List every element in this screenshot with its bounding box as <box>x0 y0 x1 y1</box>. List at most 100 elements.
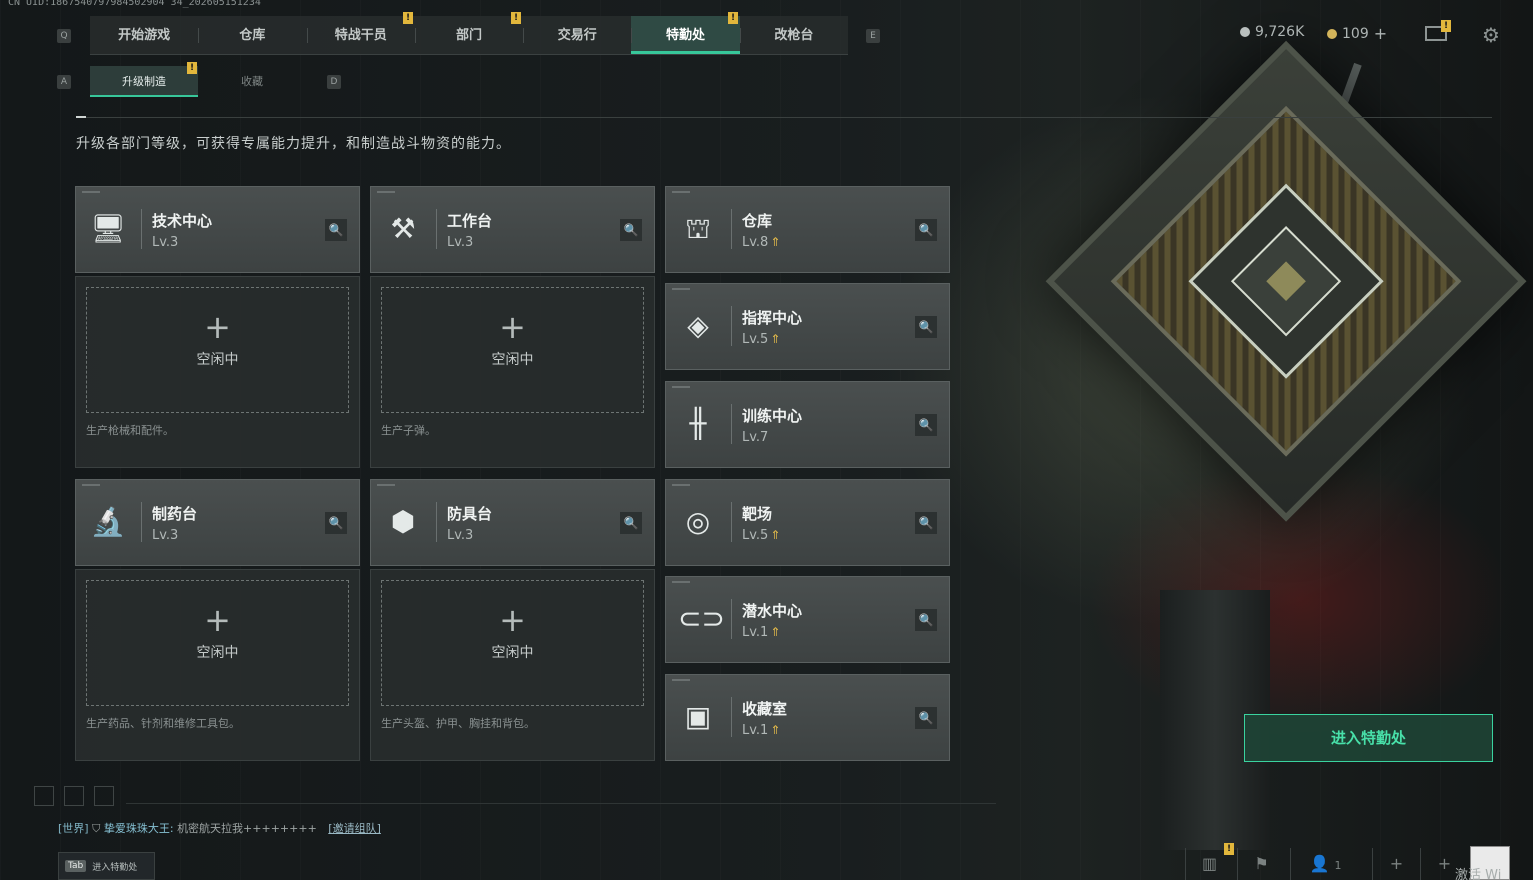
facility-card-shooting-range[interactable]: ◎ 靶场 Lv.5 ⇑ 🔍 <box>665 479 950 566</box>
slot-description: 生产子弹。 <box>381 424 436 437</box>
operators-alert-badge: ! <box>403 12 413 24</box>
chat-option[interactable] <box>94 786 114 806</box>
facility-name: 指挥中心 <box>742 309 803 327</box>
search-icon[interactable]: 🔍 <box>325 512 347 534</box>
tab-start-game[interactable]: 开始游戏 <box>90 16 198 54</box>
header-divider <box>76 117 1492 118</box>
chat-option[interactable] <box>34 786 54 806</box>
cubes-icon: ⬢ <box>390 505 416 538</box>
production-slot-workbench[interactable]: + 空闲中 生产子弹。 <box>370 276 655 468</box>
facility-level: Lv.5 ⇑ <box>742 332 781 347</box>
upgrade-arrow-icon: ⇑ <box>770 625 781 639</box>
upgrade-arrow-icon: ⇑ <box>770 332 781 346</box>
facility-card-pharmacy[interactable]: 🔬 制药台 Lv.3 🔍 <box>75 479 360 566</box>
facility-level: Lv.5 ⇑ <box>742 528 781 543</box>
production-slot-pharmacy[interactable]: + 空闲中 生产药品、针剂和维修工具包。 <box>75 569 360 761</box>
tab-special-ops[interactable]: 特勤处 <box>631 16 740 54</box>
tab-key: Tab <box>65 860 87 872</box>
facility-level: Lv.8 ⇑ <box>742 235 781 250</box>
chat-message: [世界] ⛉ 挚爱珠珠大王: 机密航天拉我++++++++ [邀请组队] <box>58 820 381 836</box>
gear-icon[interactable]: ⚙ <box>1482 23 1500 47</box>
key-hint-q: Q <box>57 29 71 43</box>
flag-icon[interactable]: ⚑ <box>1237 848 1285 880</box>
slot-description: 生产枪械和配件。 <box>86 424 174 437</box>
facility-level: Lv.1 ⇑ <box>742 625 781 640</box>
silver-currency: 9,726K <box>1240 24 1304 40</box>
search-icon[interactable]: 🔍 <box>915 316 937 338</box>
gold-coin-icon <box>1327 28 1337 39</box>
facility-card-workbench[interactable]: ⚒ 工作台 Lv.3 🔍 <box>370 186 655 273</box>
shield-icon: ⛉ <box>92 822 101 835</box>
plus-icon: + <box>204 308 231 346</box>
tab-gunsmith[interactable]: 改枪台 <box>739 16 848 54</box>
hammer-icon: ⚒ <box>390 212 416 245</box>
chat-option[interactable] <box>64 786 84 806</box>
department-alert-badge: ! <box>511 12 521 24</box>
mail-alert-badge: ! <box>1441 20 1451 32</box>
facility-name: 训练中心 <box>742 407 803 425</box>
facility-name: 潜水中心 <box>742 602 803 620</box>
invite-team-link[interactable]: [邀请组队] <box>328 822 381 835</box>
facility-card-tech-center[interactable]: 🖥 技术中心 Lv.3 🔍 <box>75 186 360 273</box>
facility-name: 工作台 <box>447 212 493 230</box>
upgrade-arrow-icon: ⇑ <box>770 235 781 249</box>
production-slot-tech-center[interactable]: + 空闲中 生产枪械和配件。 <box>75 276 360 468</box>
search-icon[interactable]: 🔍 <box>915 414 937 436</box>
facility-name: 技术中心 <box>152 212 213 230</box>
facility-level: Lv.1 ⇑ <box>742 723 781 738</box>
tab-key-hint[interactable]: Tab 进入特勤处 <box>58 852 155 880</box>
facility-card-command-center[interactable]: ◈ 指挥中心 Lv.5 ⇑ 🔍 <box>665 283 950 370</box>
page-description: 升级各部门等级，可获得专属能力提升，和制造战斗物资的能力。 <box>76 136 511 152</box>
facility-card-collection-room[interactable]: ▣ 收藏室 Lv.1 ⇑ 🔍 <box>665 674 950 761</box>
slot-status: 空闲中 <box>491 352 534 368</box>
chip-icon: ◈ <box>687 309 709 342</box>
tab-department[interactable]: 部门 <box>414 16 523 54</box>
divider-accent <box>76 116 86 118</box>
add-gold-button[interactable]: + <box>1374 24 1387 43</box>
tab-warehouse[interactable]: 仓库 <box>198 16 306 54</box>
search-icon[interactable]: 🔍 <box>325 219 347 241</box>
search-icon[interactable]: 🔍 <box>915 512 937 534</box>
squad-count: 1 <box>1334 859 1342 872</box>
subtab-upgrade-craft[interactable]: 升级制造 <box>90 66 198 97</box>
search-icon[interactable]: 🔍 <box>915 609 937 631</box>
add-member-button[interactable]: + <box>1372 848 1420 880</box>
upgrade-arrow-icon: ⇑ <box>770 723 781 737</box>
key-hint-e: E <box>866 29 880 43</box>
facility-card-warehouse[interactable]: ⛫ 仓库 Lv.8 ⇑ 🔍 <box>665 186 950 273</box>
chat-text: 机密航天拉我++++++++ <box>177 822 317 835</box>
facility-card-training-center[interactable]: ╫ 训练中心 Lv.7 🔍 <box>665 381 950 468</box>
facility-card-armor-bench[interactable]: ⬢ 防具台 Lv.3 🔍 <box>370 479 655 566</box>
subtab-collection[interactable]: 收藏 <box>198 66 306 97</box>
search-icon[interactable]: 🔍 <box>620 219 642 241</box>
facility-card-diving-center[interactable]: ⊂⊃ 潜水中心 Lv.1 ⇑ 🔍 <box>665 576 950 663</box>
sub-tabs: 升级制造 收藏 <box>90 66 306 97</box>
tab-hint-label: 进入特勤处 <box>92 862 138 873</box>
plus-icon: + <box>204 601 231 639</box>
display-case-icon: ▣ <box>684 700 712 733</box>
slot-status: 空闲中 <box>491 645 534 661</box>
enter-special-ops-button[interactable]: 进入特勤处 <box>1244 714 1493 762</box>
tab-operators[interactable]: 特战干员 <box>306 16 415 54</box>
key-hint-d: D <box>327 75 341 89</box>
search-icon[interactable]: 🔍 <box>915 707 937 729</box>
computer-icon: 🖥 <box>90 212 126 245</box>
facility-name: 靶场 <box>742 505 773 523</box>
microscope-icon: 🔬 <box>90 505 126 538</box>
chat-user[interactable]: 挚爱珠珠大王: <box>104 822 174 835</box>
facility-level: Lv.3 <box>447 235 474 250</box>
dumbbell-icon: ╫ <box>689 407 707 440</box>
silver-amount: 9,726K <box>1255 24 1305 40</box>
upgrade-arrow-icon: ⇑ <box>770 528 781 542</box>
slot-status: 空闲中 <box>196 645 239 661</box>
search-icon[interactable]: 🔍 <box>915 219 937 241</box>
tab-trade[interactable]: 交易行 <box>523 16 631 54</box>
production-slot-armor-bench[interactable]: + 空闲中 生产头盔、护甲、胸挂和背包。 <box>370 569 655 761</box>
search-icon[interactable]: 🔍 <box>620 512 642 534</box>
squad-button[interactable]: 👤 1 <box>1290 848 1360 880</box>
person-icon: 👤 <box>1309 854 1330 873</box>
gold-currency: 109 + <box>1327 24 1387 43</box>
target-icon: ◎ <box>685 505 711 538</box>
gold-amount: 109 <box>1342 25 1369 42</box>
facility-level: Lv.3 <box>152 528 179 543</box>
